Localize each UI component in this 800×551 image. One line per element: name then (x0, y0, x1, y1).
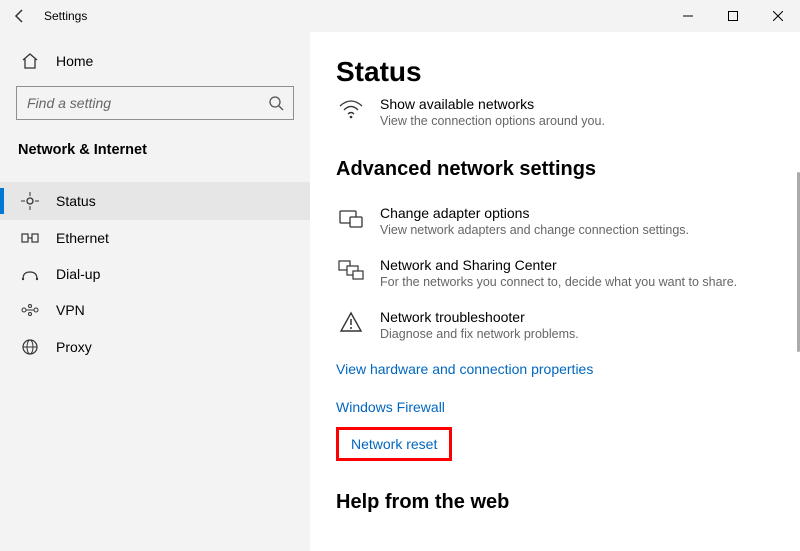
help-heading: Help from the web (336, 491, 776, 514)
window-controls (665, 0, 800, 32)
option-subtitle: View network adapters and change connect… (380, 223, 776, 237)
highlight-network-reset: Network reset (336, 427, 452, 461)
option-title: Network and Sharing Center (380, 257, 776, 273)
sidebar-item-vpn[interactable]: VPN (0, 292, 310, 328)
sidebar-item-label: Ethernet (56, 230, 109, 246)
option-sharing-center[interactable]: Network and Sharing Center For the netwo… (336, 251, 776, 303)
sidebar-item-ethernet[interactable]: Ethernet (0, 220, 310, 256)
sidebar-item-label: Dial-up (56, 266, 100, 282)
maximize-button[interactable] (710, 0, 755, 32)
sidebar-item-label: VPN (56, 302, 85, 318)
option-subtitle: For the networks you connect to, decide … (380, 275, 776, 289)
vpn-icon (20, 303, 40, 317)
option-available-networks[interactable]: Show available networks View the connect… (336, 90, 776, 142)
section-heading: Advanced network settings (336, 158, 776, 181)
sidebar-item-status[interactable]: Status (0, 182, 310, 220)
search-box[interactable] (16, 86, 294, 120)
sidebar-item-proxy[interactable]: Proxy (0, 328, 310, 366)
back-button[interactable] (0, 0, 40, 32)
main-content: Status Show available networks View the … (310, 32, 800, 551)
sidebar-item-label: Status (56, 193, 96, 209)
link-view-hardware[interactable]: View hardware and connection properties (336, 361, 593, 377)
close-button[interactable] (755, 0, 800, 32)
sidebar-item-dialup[interactable]: Dial-up (0, 256, 310, 292)
option-title: Change adapter options (380, 205, 776, 221)
dialup-icon (20, 267, 40, 281)
adapter-icon (336, 205, 366, 229)
option-title: Network troubleshooter (380, 309, 776, 325)
option-adapter[interactable]: Change adapter options View network adap… (336, 199, 776, 251)
home-icon (20, 52, 40, 70)
proxy-icon (20, 338, 40, 356)
search-icon (259, 95, 293, 111)
home-label: Home (56, 53, 93, 69)
option-title: Show available networks (380, 96, 776, 112)
sidebar-item-label: Proxy (56, 339, 92, 355)
option-troubleshooter[interactable]: Network troubleshooter Diagnose and fix … (336, 303, 776, 355)
search-input[interactable] (17, 95, 259, 111)
window-title: Settings (44, 9, 665, 23)
home-nav[interactable]: Home (0, 42, 310, 80)
titlebar: Settings (0, 0, 800, 32)
wifi-icon (336, 96, 366, 120)
page-title: Status (336, 56, 776, 88)
warning-icon (336, 309, 366, 333)
ethernet-icon (20, 231, 40, 245)
sidebar: Home Network & Internet Status Ethernet (0, 32, 310, 551)
link-network-reset[interactable]: Network reset (351, 436, 437, 452)
scrollbar[interactable] (794, 32, 800, 551)
option-subtitle: Diagnose and fix network problems. (380, 327, 776, 341)
status-icon (20, 192, 40, 210)
category-heading: Network & Internet (0, 136, 310, 182)
option-subtitle: View the connection options around you. (380, 114, 776, 128)
sharing-icon (336, 257, 366, 281)
minimize-button[interactable] (665, 0, 710, 32)
link-firewall[interactable]: Windows Firewall (336, 399, 445, 415)
